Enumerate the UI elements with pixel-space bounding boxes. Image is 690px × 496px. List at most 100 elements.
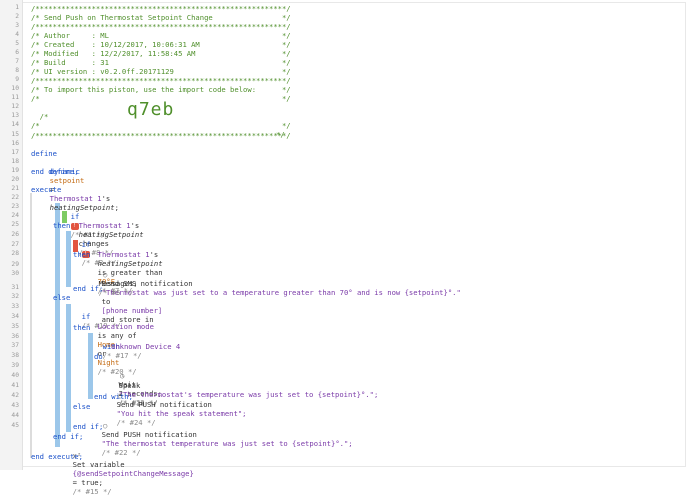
line-number: 3 bbox=[15, 22, 19, 29]
header-import-note: /* To import this piston, use the import… bbox=[31, 85, 291, 94]
message-string: "Thermostat was just set to a temperatur… bbox=[101, 288, 461, 297]
then-keyword[interactable]: then bbox=[53, 221, 70, 230]
line-number: 26 bbox=[11, 231, 19, 238]
end-if-else[interactable]: end if; bbox=[73, 422, 103, 431]
condition-location-mode[interactable]: Location mode is any of Home or Night /*… bbox=[89, 313, 154, 376]
header-line-1: /***************************************… bbox=[31, 4, 291, 13]
else-keyword-2[interactable]: else bbox=[73, 402, 90, 411]
line-number: 15 bbox=[11, 131, 19, 138]
line-number: 35 bbox=[11, 323, 19, 330]
line-number: 13 bbox=[11, 112, 19, 119]
statement-id: /* #6 */ bbox=[98, 288, 134, 297]
end-with[interactable]: end with; bbox=[94, 392, 133, 401]
global-variable: {@sendSetpointChangeMessage} bbox=[72, 469, 194, 478]
header-line-12: /* q7eb */ bbox=[31, 101, 285, 140]
line-number: 11 bbox=[11, 94, 19, 101]
header-ui-version: /* UI version : v0.2.0ff.20171129 */ bbox=[31, 67, 291, 76]
if-statement-1[interactable]: if ! /* #1 */ bbox=[62, 203, 105, 239]
line-number: 17 bbox=[11, 149, 19, 156]
line-number: 42 bbox=[11, 392, 19, 399]
line-number: 33 bbox=[11, 303, 19, 310]
sms-action[interactable]: ○ Send SMS notification "Thermostat was … bbox=[93, 261, 461, 324]
line-number: 22 bbox=[11, 194, 19, 201]
action-name: Set variable bbox=[72, 460, 125, 469]
import-code[interactable]: q7eb bbox=[127, 101, 174, 119]
line-number: 29 bbox=[11, 261, 19, 268]
header-title: /* Send Push on Thermostat Setpoint Chan… bbox=[31, 13, 291, 22]
header-line-14: /***************************************… bbox=[31, 131, 291, 140]
end-define[interactable]: end define; bbox=[31, 167, 79, 176]
line-number: 12 bbox=[11, 103, 19, 110]
line-number: 43 bbox=[11, 402, 19, 409]
header-line-3: /***************************************… bbox=[31, 22, 291, 31]
end-if-inner[interactable]: end if; bbox=[73, 284, 103, 293]
sms-action-cont: Messages; /* #6 */ bbox=[90, 270, 138, 297]
location-mode: Location mode bbox=[97, 322, 154, 331]
speak-action[interactable]: Speak "The thermostat's temperature was … bbox=[110, 372, 379, 408]
then-keyword-3[interactable]: then bbox=[73, 323, 90, 332]
define-variable-line[interactable]: dynamic setpoint = Thermostat 1's heatin… bbox=[41, 158, 119, 212]
header-modified: /* Modified : 12/2/2017, 11:58:45 AM */ bbox=[31, 49, 291, 58]
line-number: 6 bbox=[15, 49, 19, 56]
then-keyword-2[interactable]: then bbox=[73, 250, 90, 259]
device-name: Thermostat 1 bbox=[97, 250, 150, 259]
line-number: 40 bbox=[11, 372, 19, 379]
line-number: 36 bbox=[11, 333, 19, 340]
else-if-bar bbox=[66, 304, 71, 432]
line-number: 7 bbox=[15, 58, 19, 65]
line-number: 44 bbox=[11, 412, 19, 419]
comment-open: /* bbox=[39, 112, 49, 121]
header-created: /* Created : 10/12/2017, 10:06:31 AM */ bbox=[31, 40, 291, 49]
line-number: 25 bbox=[11, 221, 19, 228]
execute-guide bbox=[30, 193, 32, 458]
line-number: 20 bbox=[11, 176, 19, 183]
do-keyword[interactable]: do bbox=[94, 352, 103, 361]
unknown-device[interactable]: Unknown Device 4 bbox=[111, 342, 180, 351]
variable-name: setpoint bbox=[49, 176, 85, 185]
execute-keyword[interactable]: execute bbox=[31, 185, 61, 194]
end-if-outer[interactable]: end if; bbox=[53, 432, 83, 441]
line-number: 19 bbox=[11, 167, 19, 174]
condition-changes[interactable]: Thermostat 1's heatingSetpoint changes /… bbox=[70, 212, 144, 257]
line-number: 31 bbox=[11, 284, 19, 291]
possessive: 's bbox=[149, 250, 159, 259]
line-number: 32 bbox=[11, 293, 19, 300]
possessive: 's bbox=[130, 221, 140, 230]
header-build: /* Build : 31 */ bbox=[31, 58, 291, 67]
line-number: 27 bbox=[11, 241, 19, 248]
line-number: 14 bbox=[11, 121, 19, 128]
header-author: /* Author : ML */ bbox=[31, 31, 291, 40]
line-number: 10 bbox=[11, 85, 19, 92]
if-statement-2[interactable]: if ! /* #2 */ bbox=[73, 231, 116, 267]
line-number: 41 bbox=[11, 382, 19, 389]
line-number: 18 bbox=[11, 158, 19, 165]
if-statement-19[interactable]: if /* #19 */ bbox=[73, 303, 121, 330]
line-number: 8 bbox=[15, 67, 19, 74]
assignment: = true; bbox=[72, 478, 103, 487]
push-action-1[interactable]: ○ Send PUSH notification "You hit the sp… bbox=[108, 382, 247, 427]
header-line-9: /***************************************… bbox=[31, 76, 291, 85]
line-number: 28 bbox=[11, 250, 19, 257]
line-number: 1 bbox=[15, 4, 19, 11]
wait-action[interactable]: ◷ Wait 2 seconds; /* #23 */ bbox=[110, 362, 162, 407]
device-name: Thermostat 1 bbox=[49, 194, 102, 203]
line-number: 38 bbox=[11, 352, 19, 359]
line-number: 37 bbox=[11, 342, 19, 349]
semicolon: ; bbox=[114, 203, 119, 212]
if-block-bar bbox=[55, 203, 60, 447]
header-line-13: /* */ bbox=[31, 121, 291, 130]
set-variable-action[interactable]: x² Set variable {@sendSetpointChangeMess… bbox=[64, 442, 194, 496]
action-name: Send PUSH notification bbox=[101, 430, 197, 439]
action-name: Send PUSH notification bbox=[116, 400, 212, 409]
condition-greater-than[interactable]: Thermostat 1's heatingSetpoint is greate… bbox=[89, 241, 163, 295]
push-action-2[interactable]: ○ Send PUSH notification "The thermostat… bbox=[93, 412, 353, 457]
line-number: 24 bbox=[11, 212, 19, 219]
line-number: 45 bbox=[11, 422, 19, 429]
line-number: 23 bbox=[11, 203, 19, 210]
line-number: 21 bbox=[11, 185, 19, 192]
else-keyword[interactable]: else bbox=[53, 293, 70, 302]
end-execute[interactable]: end execute; bbox=[31, 452, 83, 461]
define-keyword[interactable]: define bbox=[31, 149, 57, 158]
line-number: 30 bbox=[11, 270, 19, 277]
with-statement[interactable]: with /* #17 */ bbox=[94, 333, 142, 360]
